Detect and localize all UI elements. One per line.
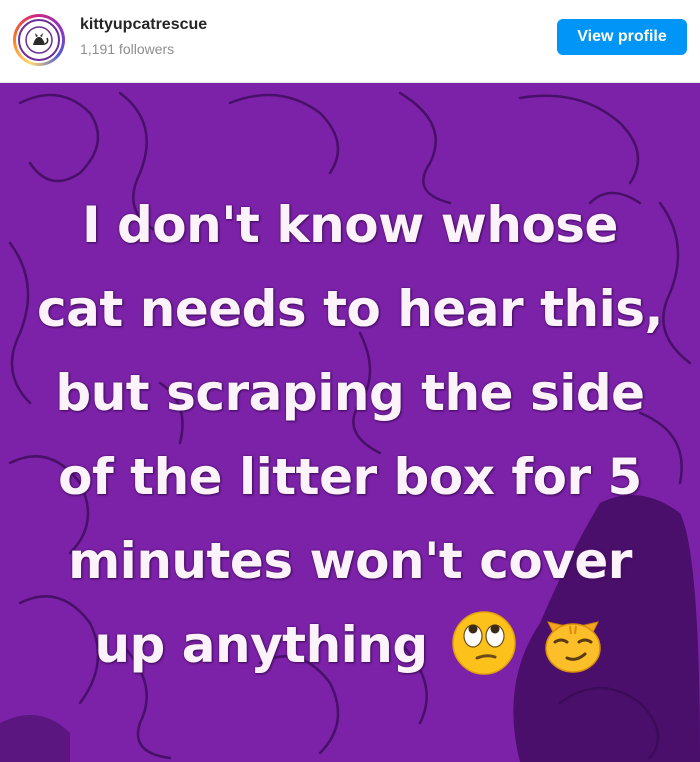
smirking-cat-emoji-icon	[540, 610, 606, 676]
caption-line: but scraping the side	[55, 364, 645, 422]
caption-last-line: up anything	[0, 603, 700, 687]
caption-line: minutes won't cover	[68, 532, 632, 590]
follower-count: 1,191 followers	[80, 41, 175, 57]
cat-logo-icon	[18, 19, 60, 61]
caption-line: cat needs to hear this,	[37, 280, 663, 338]
caption-line: up anything	[94, 616, 428, 674]
view-profile-button[interactable]: View profile	[557, 19, 687, 55]
avatar[interactable]	[13, 14, 65, 66]
post-header: kittyupcatrescue 1,191 followers View pr…	[0, 0, 700, 83]
caption-line: I don't know whose	[82, 196, 618, 254]
post-caption-text: I don't know whose cat needs to hear thi…	[0, 183, 700, 687]
post-image: I don't know whose cat needs to hear thi…	[0, 83, 700, 762]
avatar-inner	[16, 17, 62, 63]
username[interactable]: kittyupcatrescue	[80, 16, 207, 34]
caption-line: of the litter box for 5	[58, 448, 642, 506]
eye-roll-emoji-icon	[451, 610, 517, 676]
